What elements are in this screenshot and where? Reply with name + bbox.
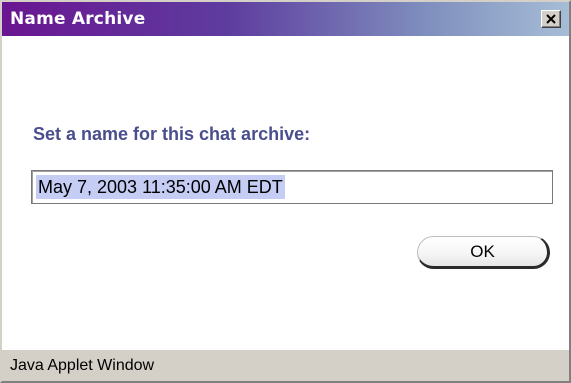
archive-name-field[interactable]: May 7, 2003 11:35:00 AM EDT [31, 170, 553, 204]
close-button[interactable] [541, 10, 561, 28]
prompt-label: Set a name for this chat archive: [33, 124, 311, 144]
ok-button-label: OK [470, 241, 495, 261]
status-bar: Java Applet Window [2, 349, 569, 381]
name-archive-dialog: Name Archive Set a name for this chat ar… [0, 0, 571, 383]
window-title: Name Archive [10, 9, 146, 29]
archive-name-value[interactable]: May 7, 2003 11:35:00 AM EDT [36, 175, 285, 199]
dialog-content: Set a name for this chat archive: May 7,… [2, 36, 569, 349]
close-icon [546, 14, 556, 24]
status-text: Java Applet Window [10, 356, 155, 374]
title-bar[interactable]: Name Archive [2, 2, 569, 36]
ok-button[interactable]: OK [417, 236, 550, 269]
